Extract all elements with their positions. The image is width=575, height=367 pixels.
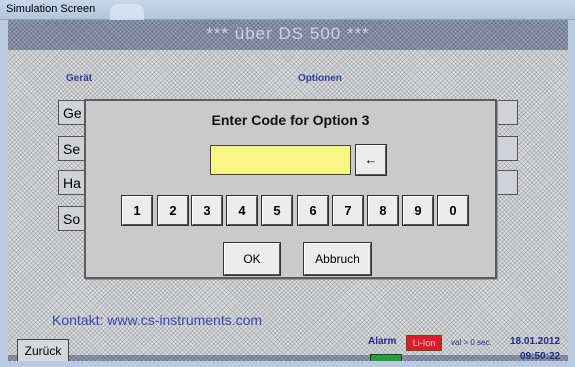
- window-titlebar: Simulation Screen: [0, 0, 575, 24]
- contact-link[interactable]: Kontakt: www.cs-instruments.com: [52, 312, 262, 328]
- key-2[interactable]: 2: [157, 195, 189, 226]
- backspace-button[interactable]: ←: [355, 144, 387, 176]
- window-frame-left: [0, 20, 8, 367]
- ok-button[interactable]: OK: [223, 242, 281, 276]
- key-1[interactable]: 1: [121, 195, 153, 226]
- alarm-label: Alarm: [368, 336, 397, 347]
- window-title: Simulation Screen: [6, 3, 96, 15]
- dialog-title: Enter Code for Option 3: [211, 112, 370, 128]
- back-button[interactable]: Zurück: [17, 339, 69, 361]
- key-7[interactable]: 7: [332, 195, 364, 226]
- key-0[interactable]: 0: [437, 195, 469, 226]
- key-9[interactable]: 9: [402, 195, 434, 226]
- screen-title: *** über DS 500 ***: [206, 24, 370, 43]
- options-section-label: Optionen: [298, 73, 342, 84]
- key-8[interactable]: 8: [367, 195, 399, 226]
- device-section-label: Gerät: [66, 73, 93, 84]
- cancel-button[interactable]: Abbruch: [303, 242, 372, 276]
- key-4[interactable]: 4: [226, 195, 258, 226]
- window-frame-bottom: [0, 361, 575, 367]
- alarm-status-badge: Li-Ion: [406, 335, 442, 351]
- alarm-note: val > 0 sec.: [451, 338, 492, 347]
- window-frame-right: [568, 20, 575, 367]
- enter-code-dialog: Enter Code for Option 3 ← 1 2 3 4 5 6 7 …: [84, 99, 497, 279]
- alarm-ok-indicator: [370, 354, 402, 361]
- key-3[interactable]: 3: [191, 195, 223, 226]
- time-text: 09:50:22: [520, 351, 561, 361]
- key-6[interactable]: 6: [297, 195, 329, 226]
- datetime-display: 18.01.2012 09:50:22: [510, 334, 560, 361]
- date-text: 18.01.2012: [510, 336, 561, 347]
- backspace-icon: ←: [364, 152, 378, 167]
- key-5[interactable]: 5: [261, 195, 293, 226]
- code-input[interactable]: [210, 145, 351, 175]
